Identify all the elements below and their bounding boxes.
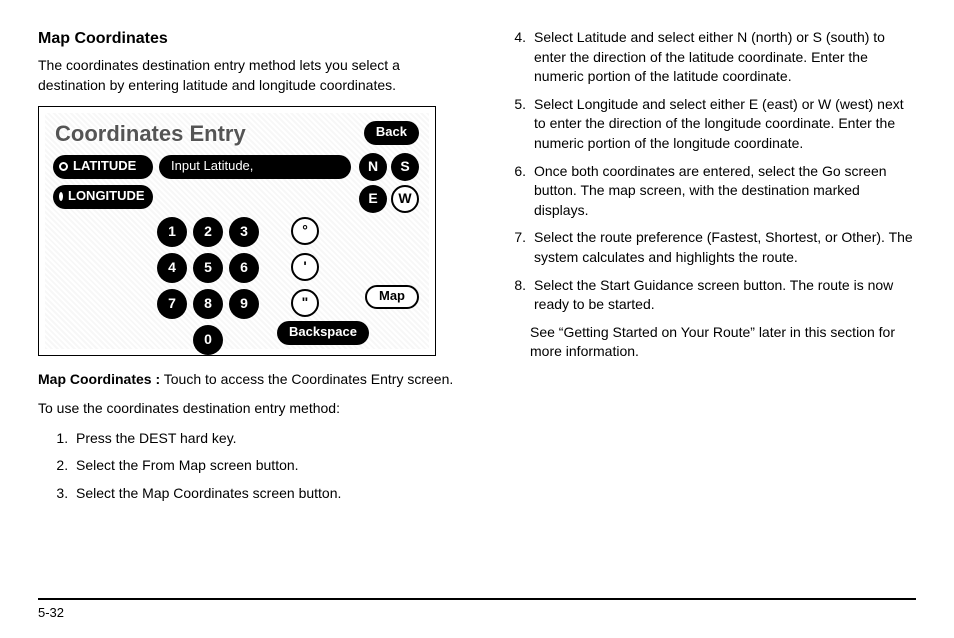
section-heading: Map Coordinates bbox=[38, 28, 458, 50]
key-1[interactable]: 1 bbox=[157, 217, 187, 247]
radio-unselected-icon bbox=[59, 162, 68, 171]
steps-left: Press the DEST hard key. Select the From… bbox=[38, 429, 458, 504]
key-6[interactable]: 6 bbox=[229, 253, 259, 283]
closing-note: See “Getting Started on Your Route” late… bbox=[530, 323, 916, 362]
key-2[interactable]: 2 bbox=[193, 217, 223, 247]
second-button[interactable]: " bbox=[291, 289, 319, 317]
caption-text: Touch to access the Coordinates Entry sc… bbox=[160, 371, 453, 387]
step-3: Select the Map Coordinates screen button… bbox=[72, 484, 458, 504]
longitude-label: LONGITUDE bbox=[68, 187, 145, 205]
intro-paragraph: The coordinates destination entry method… bbox=[38, 56, 458, 95]
north-button[interactable]: N bbox=[359, 153, 387, 181]
figure-caption: Map Coordinates : Touch to access the Co… bbox=[38, 370, 458, 390]
step-number: 7. bbox=[500, 228, 526, 267]
step-1: Press the DEST hard key. bbox=[72, 429, 458, 449]
backspace-button[interactable]: Backspace bbox=[277, 321, 369, 345]
back-button[interactable]: Back bbox=[364, 121, 419, 145]
step-number: 4. bbox=[500, 28, 526, 87]
latitude-label: LATITUDE bbox=[73, 157, 136, 175]
steps-right: 4.Select Latitude and select either N (n… bbox=[496, 28, 916, 315]
caption-term: Map Coordinates : bbox=[38, 371, 160, 387]
lead-in: To use the coordinates destination entry… bbox=[38, 399, 458, 419]
map-button[interactable]: Map bbox=[365, 285, 419, 309]
coordinates-entry-screen: Coordinates Entry Back LATITUDE Input La… bbox=[45, 113, 429, 349]
radio-selected-icon bbox=[59, 192, 63, 201]
step-number: 5. bbox=[500, 95, 526, 154]
key-9[interactable]: 9 bbox=[229, 289, 259, 319]
step-5: 5.Select Longitude and select either E (… bbox=[496, 95, 916, 154]
step-7: 7.Select the route preference (Fastest, … bbox=[496, 228, 916, 267]
step-text: Once both coordinates are entered, selec… bbox=[534, 162, 916, 221]
screen-title: Coordinates Entry bbox=[55, 119, 246, 150]
east-button[interactable]: E bbox=[359, 185, 387, 213]
coordinates-entry-figure: Coordinates Entry Back LATITUDE Input La… bbox=[38, 106, 436, 356]
key-3[interactable]: 3 bbox=[229, 217, 259, 247]
west-button[interactable]: W bbox=[391, 185, 419, 213]
key-5[interactable]: 5 bbox=[193, 253, 223, 283]
step-4: 4.Select Latitude and select either N (n… bbox=[496, 28, 916, 87]
south-button[interactable]: S bbox=[391, 153, 419, 181]
page-footer: 5-32 bbox=[38, 598, 916, 622]
step-text: Select Longitude and select either E (ea… bbox=[534, 95, 916, 154]
step-8: 8.Select the Start Guidance screen butto… bbox=[496, 276, 916, 315]
page-number: 5-32 bbox=[38, 605, 64, 620]
key-8[interactable]: 8 bbox=[193, 289, 223, 319]
step-number: 6. bbox=[500, 162, 526, 221]
latitude-button[interactable]: LATITUDE bbox=[53, 155, 153, 179]
key-7[interactable]: 7 bbox=[157, 289, 187, 319]
step-text: Select Latitude and select either N (nor… bbox=[534, 28, 916, 87]
key-0[interactable]: 0 bbox=[193, 325, 223, 355]
degree-button[interactable]: ° bbox=[291, 217, 319, 245]
step-text: Select the Start Guidance screen button.… bbox=[534, 276, 916, 315]
step-text: Select the route preference (Fastest, Sh… bbox=[534, 228, 916, 267]
key-4[interactable]: 4 bbox=[157, 253, 187, 283]
step-2: Select the From Map screen button. bbox=[72, 456, 458, 476]
step-number: 8. bbox=[500, 276, 526, 315]
longitude-button[interactable]: LONGITUDE bbox=[53, 185, 153, 209]
minute-button[interactable]: ' bbox=[291, 253, 319, 281]
step-6: 6.Once both coordinates are entered, sel… bbox=[496, 162, 916, 221]
coordinate-input[interactable]: Input Latitude, bbox=[159, 155, 351, 179]
